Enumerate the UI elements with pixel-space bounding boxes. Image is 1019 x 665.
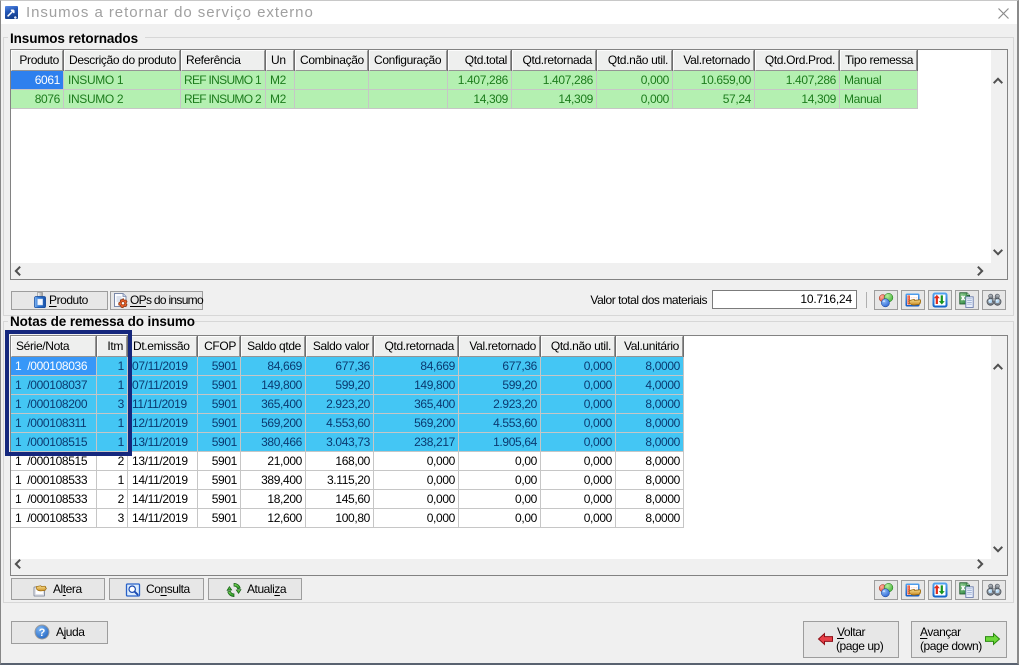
- svg-text:?: ?: [39, 627, 46, 639]
